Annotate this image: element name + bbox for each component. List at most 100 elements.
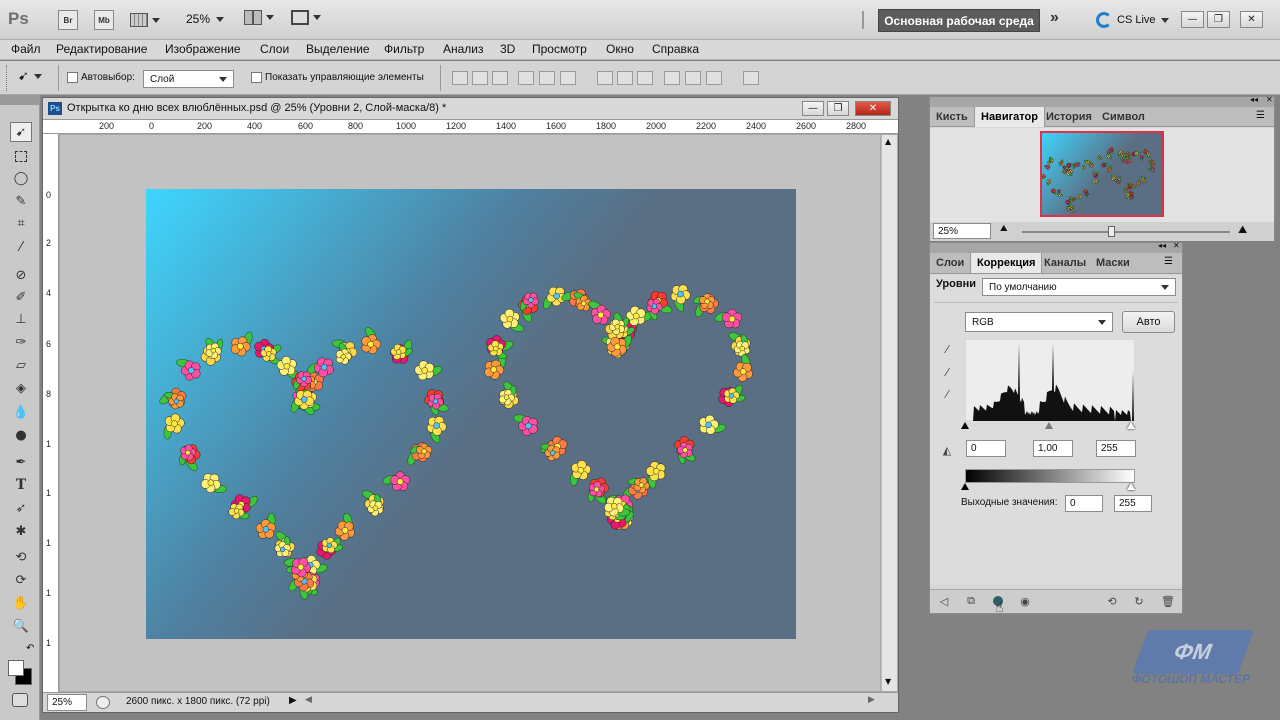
distribute-bottom-icon[interactable] xyxy=(637,71,653,85)
background-color-swatch[interactable] xyxy=(8,660,24,676)
panel-menu-icon[interactable]: ☰ xyxy=(1164,256,1173,267)
collapse-panel-icon[interactable]: ◂◂ xyxy=(1158,241,1166,250)
more-workspaces-icon[interactable]: » xyxy=(1050,9,1059,27)
horizontal-ruler[interactable]: 200 0 200 400 600 800 1000 1200 1400 160… xyxy=(43,120,898,134)
align-right-edges-icon[interactable] xyxy=(560,71,576,85)
black-point-eyedropper-icon[interactable]: ⁄ xyxy=(939,342,955,356)
hand-tool[interactable]: ✋ xyxy=(10,593,32,613)
restore-document-button[interactable]: ❐ xyxy=(827,101,849,116)
shape-tool[interactable]: ✱ xyxy=(10,521,32,541)
tab-history[interactable]: История xyxy=(1040,107,1098,127)
minimize-app-button[interactable]: — xyxy=(1181,11,1204,28)
tab-masks[interactable]: Маски xyxy=(1090,253,1136,273)
collapse-panel-icon[interactable]: ◂◂ xyxy=(1250,95,1258,104)
close-panel-icon[interactable]: ✕ xyxy=(1173,241,1180,250)
navigator-thumbnail[interactable] xyxy=(1040,131,1164,217)
menu-view[interactable]: Просмотр xyxy=(532,42,587,56)
view-extras-menu[interactable] xyxy=(130,10,162,30)
scroll-right-arrow-icon[interactable]: ▶ xyxy=(868,695,875,705)
input-black-field[interactable]: 0 xyxy=(966,440,1006,457)
align-vertical-centers-icon[interactable] xyxy=(472,71,488,85)
input-white-handle[interactable] xyxy=(1127,422,1135,429)
menu-window[interactable]: Окно xyxy=(606,42,634,56)
levels-preset-select[interactable]: По умолчанию xyxy=(982,278,1176,296)
close-document-button[interactable]: ✕ xyxy=(855,101,891,116)
crop-tool[interactable]: ⌗ xyxy=(10,213,32,233)
quick-selection-tool[interactable]: ✎ xyxy=(10,191,32,211)
navigator-zoom-slider-track[interactable] xyxy=(1022,231,1230,233)
navigator-zoom-slider-thumb[interactable] xyxy=(1108,226,1116,237)
tab-adjustments[interactable]: Коррекция xyxy=(970,253,1043,273)
move-tool[interactable]: ➹ xyxy=(10,122,32,142)
zoom-tool[interactable]: 🔍 xyxy=(10,616,32,636)
canvas-area[interactable] xyxy=(60,135,880,691)
document-title-bar[interactable]: Ps Открытка ко дню всех влюблённых.psd @… xyxy=(43,98,898,120)
artwork-canvas[interactable] xyxy=(146,189,796,639)
panel-menu-icon[interactable]: ☰ xyxy=(1256,110,1265,121)
distribute-horizontal-centers-icon[interactable] xyxy=(685,71,701,85)
tab-layers[interactable]: Слои xyxy=(930,253,970,273)
menu-filter[interactable]: Фильтр xyxy=(384,42,424,56)
panel-dock-header[interactable]: ◂◂ ✕ xyxy=(930,95,1274,107)
swap-colors-icon[interactable]: ↶ xyxy=(26,643,34,654)
align-horizontal-centers-icon[interactable] xyxy=(539,71,555,85)
align-left-edges-icon[interactable] xyxy=(518,71,534,85)
workspace-switcher-button[interactable]: Основная рабочая среда xyxy=(878,9,1040,32)
options-bar-grip[interactable] xyxy=(6,65,8,91)
arrange-documents-menu[interactable] xyxy=(244,10,274,25)
input-gray-handle[interactable] xyxy=(1045,422,1053,429)
distribute-vertical-centers-icon[interactable] xyxy=(617,71,633,85)
distribute-left-icon[interactable] xyxy=(664,71,680,85)
blur-tool[interactable]: 💧 xyxy=(10,402,32,422)
restore-app-button[interactable]: ❐ xyxy=(1207,11,1230,28)
panel-dock-header[interactable]: ◂◂ ✕ xyxy=(930,241,1182,253)
gray-point-eyedropper-icon[interactable]: ⁄ xyxy=(939,365,955,379)
auto-button[interactable]: Авто xyxy=(1122,311,1175,333)
dodge-tool[interactable]: ● xyxy=(10,425,32,445)
input-gamma-field[interactable]: 1,00 xyxy=(1033,440,1073,457)
menu-analysis[interactable]: Анализ xyxy=(443,42,484,56)
marquee-tool[interactable] xyxy=(10,146,32,166)
3d-orbit-tool[interactable]: ⟳ xyxy=(10,570,32,590)
vertical-ruler[interactable]: 0 2 4 6 8 1 1 1 1 1 xyxy=(43,134,59,692)
align-bottom-edges-icon[interactable] xyxy=(492,71,508,85)
clone-stamp-tool[interactable]: ⊥ xyxy=(10,309,32,329)
scroll-up-arrow-icon[interactable]: ▲ xyxy=(885,137,891,146)
menu-file[interactable]: Файл xyxy=(11,42,41,56)
screen-mode-menu[interactable] xyxy=(291,10,321,25)
close-panel-icon[interactable]: ✕ xyxy=(1266,95,1273,104)
menu-help[interactable]: Справка xyxy=(652,42,699,56)
menu-3d[interactable]: 3D xyxy=(500,42,515,56)
delete-adjustment-icon[interactable]: 🗑 xyxy=(1160,594,1176,608)
output-white-handle[interactable] xyxy=(1127,483,1135,490)
output-black-field[interactable]: 0 xyxy=(1065,495,1103,512)
tab-character[interactable]: Символ xyxy=(1096,107,1151,127)
output-white-field[interactable]: 255 xyxy=(1114,495,1152,512)
path-selection-tool[interactable]: ➶ xyxy=(10,498,32,518)
zoom-in-icon[interactable]: ⛰ xyxy=(1238,223,1247,237)
pen-tool[interactable]: ✒ xyxy=(10,452,32,472)
cs-live-menu[interactable]: CS Live xyxy=(1096,12,1169,28)
paint-bucket-tool[interactable]: ◈ xyxy=(10,378,32,398)
expanded-view-icon[interactable]: ⧉ xyxy=(963,594,979,608)
auto-align-layers-icon[interactable] xyxy=(743,71,759,85)
bridge-button[interactable]: Br xyxy=(58,10,78,30)
visibility-eye-icon[interactable]: ◉ xyxy=(1017,594,1033,608)
quick-mask-icon[interactable] xyxy=(12,693,28,707)
menu-layers[interactable]: Слои xyxy=(260,42,289,56)
distribute-top-icon[interactable] xyxy=(597,71,613,85)
navigator-zoom-field[interactable]: 25% xyxy=(933,223,991,239)
3d-rotate-tool[interactable]: ⟲ xyxy=(10,547,32,567)
type-tool[interactable]: T xyxy=(10,475,32,495)
brush-tool[interactable]: ✐ xyxy=(10,287,32,307)
menu-image[interactable]: Изображение xyxy=(165,42,241,56)
history-brush-tool[interactable]: ✑ xyxy=(10,332,32,352)
return-to-list-icon[interactable]: ◁ xyxy=(936,594,952,608)
tab-channels[interactable]: Каналы xyxy=(1038,253,1092,273)
mini-bridge-button[interactable]: Mb xyxy=(94,10,114,30)
minimize-document-button[interactable]: — xyxy=(802,101,824,116)
eraser-tool[interactable]: ▱ xyxy=(10,355,32,375)
distribute-right-icon[interactable] xyxy=(706,71,722,85)
align-top-edges-icon[interactable] xyxy=(452,71,468,85)
white-point-eyedropper-icon[interactable]: ⁄ xyxy=(939,387,955,401)
